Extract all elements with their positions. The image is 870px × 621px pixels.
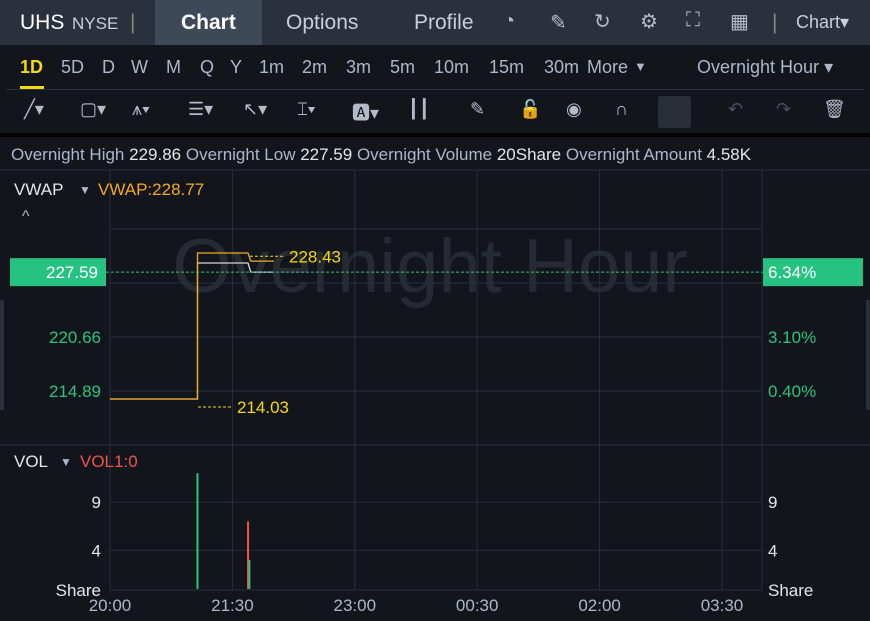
volume-bar bbox=[248, 560, 251, 589]
collapse-icon[interactable]: ^ bbox=[22, 208, 30, 226]
vol-dropdown-icon[interactable]: ▼ bbox=[60, 455, 72, 469]
vol-value: VOL1:0 bbox=[80, 452, 138, 471]
vol-tick-label: 9 bbox=[92, 493, 101, 512]
marker-label: 214.03 bbox=[237, 398, 289, 417]
vol-tick-label: 4 bbox=[92, 541, 101, 560]
current-price-label: 227.59 bbox=[46, 263, 98, 282]
vol-indicator-name[interactable]: VOL bbox=[14, 452, 48, 472]
pct-tick-label: 3.10% bbox=[768, 328, 816, 347]
price-tick-label: 214.89 bbox=[49, 382, 101, 401]
indicator-dropdown-icon[interactable]: ▼ bbox=[79, 183, 91, 197]
right-scroll-handle[interactable] bbox=[866, 300, 870, 410]
vol-tick-label-right: 9 bbox=[768, 493, 777, 512]
vwap-value: VWAP:228.77 bbox=[98, 180, 205, 199]
x-tick-label: 00:30 bbox=[456, 596, 499, 615]
x-tick-label: 23:00 bbox=[334, 596, 377, 615]
indicator-name[interactable]: VWAP bbox=[14, 180, 63, 200]
price-tick-label: 220.66 bbox=[49, 328, 101, 347]
left-scroll-handle[interactable] bbox=[0, 300, 4, 410]
marker-label: 228.43 bbox=[289, 247, 341, 266]
current-pct-label: 6.34% bbox=[768, 263, 816, 282]
x-tick-label: 21:30 bbox=[211, 596, 254, 615]
price-chart[interactable]: Overnight Hour20:00 21:30 23:00 00:30 02:00 0… bbox=[0, 0, 870, 621]
pct-tick-label: 0.40% bbox=[768, 382, 816, 401]
x-tick-label: 02:00 bbox=[578, 596, 621, 615]
vol-unit-label-right: Share bbox=[768, 581, 813, 600]
vol-tick-label-right: 4 bbox=[768, 541, 777, 560]
volume-bar bbox=[196, 473, 199, 589]
x-tick-label: 03:30 bbox=[701, 596, 744, 615]
vol-unit-label: Share bbox=[56, 581, 101, 600]
